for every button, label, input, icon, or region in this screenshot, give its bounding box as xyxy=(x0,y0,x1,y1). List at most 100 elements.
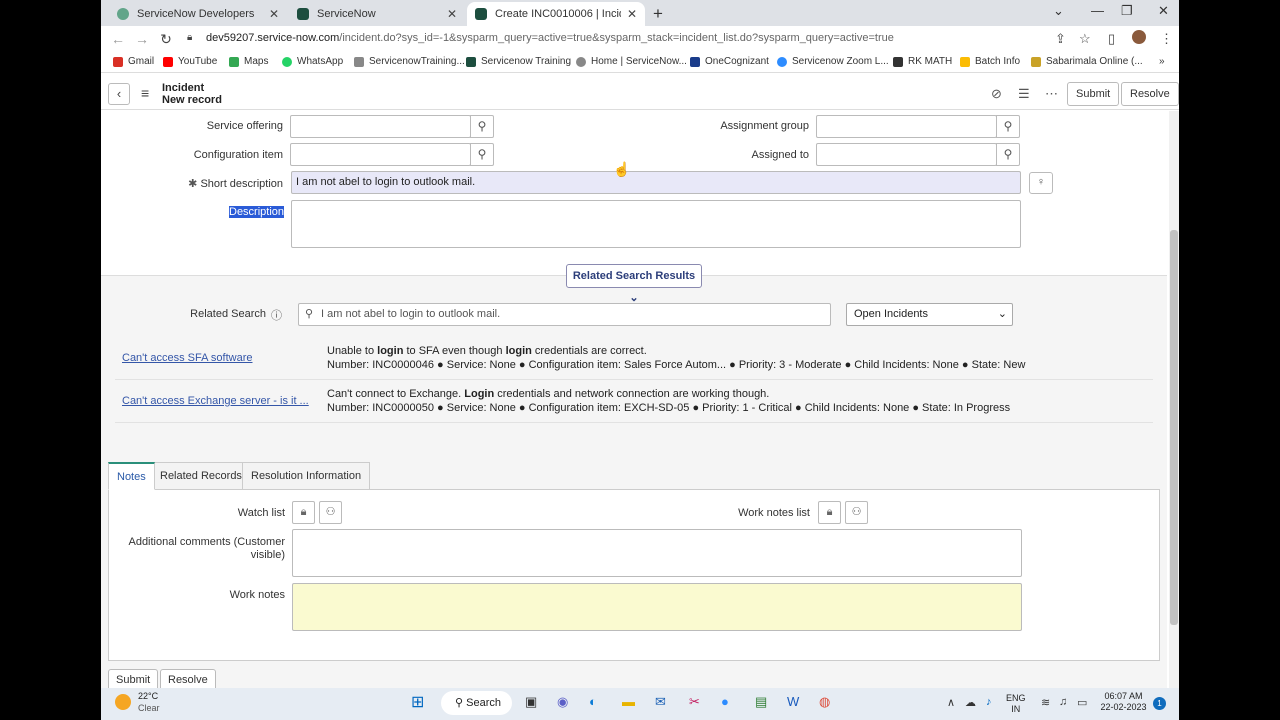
bookmark-item[interactable]: Sabarimala Online (... xyxy=(1031,56,1143,67)
search-icon[interactable]: ⚲ xyxy=(470,143,494,166)
restore-icon[interactable]: ❐ xyxy=(1121,3,1133,19)
microphone-icon[interactable]: ♪ xyxy=(986,696,992,708)
back-icon[interactable]: ← xyxy=(107,31,129,47)
more-bookmarks-icon[interactable]: » xyxy=(1159,56,1165,67)
tab-notes[interactable]: Notes xyxy=(108,462,155,490)
browser-tab[interactable]: ServiceNow Developers ✕ xyxy=(109,2,287,26)
additional-comments-textarea[interactable] xyxy=(292,529,1022,577)
side-panel-icon[interactable]: ▯ xyxy=(1108,31,1115,47)
bookmark-item[interactable]: Gmail xyxy=(113,56,154,67)
search-icon[interactable]: ⚲ xyxy=(996,143,1020,166)
related-search-input[interactable]: ⚲ I am not abel to login to outlook mail. xyxy=(298,303,831,326)
wifi-icon[interactable]: ≋ xyxy=(1041,696,1050,709)
related-result-link[interactable]: Can't access SFA software xyxy=(122,352,253,364)
submit-button[interactable]: Submit xyxy=(108,669,159,688)
divider xyxy=(115,379,1153,380)
bookmark-item[interactable]: YouTube xyxy=(163,56,217,67)
close-tab-icon[interactable]: ✕ xyxy=(627,7,637,21)
show-hidden-icons[interactable]: ∧ xyxy=(947,696,955,709)
back-button[interactable]: ‹ xyxy=(108,83,130,105)
lock-icon[interactable]: 🔒︎ xyxy=(292,501,315,524)
description-textarea[interactable] xyxy=(291,200,1021,248)
related-filter-select[interactable]: Open Incidents ⌄ xyxy=(846,303,1013,326)
language-indicator[interactable]: ENG IN xyxy=(1006,693,1026,715)
short-description-input[interactable]: I am not abel to login to outlook mail. xyxy=(291,171,1021,194)
add-user-icon[interactable]: ⚇ xyxy=(845,501,868,524)
servicenow-home-icon xyxy=(576,56,586,67)
minimize-icon[interactable]: — xyxy=(1091,3,1104,18)
bookmark-item[interactable]: Batch Info xyxy=(960,56,1020,67)
mail-icon[interactable]: ✉ xyxy=(655,694,666,710)
browser-tab-active[interactable]: Create INC0010006 | Incident | S... ✕ xyxy=(467,2,645,26)
new-tab-icon[interactable]: + xyxy=(653,4,663,24)
bookmark-item[interactable]: WhatsApp xyxy=(282,56,343,67)
related-search-results-button[interactable]: Related Search Results ⌄ xyxy=(566,264,702,304)
assigned-to-input[interactable] xyxy=(816,143,997,166)
profile-avatar[interactable] xyxy=(1132,30,1146,44)
notification-badge[interactable]: 1 xyxy=(1153,697,1166,710)
bookmark-item[interactable]: ServicenowTraining... xyxy=(354,56,465,67)
submit-button[interactable]: Submit xyxy=(1067,82,1120,106)
bookmark-star-icon[interactable]: ☆ xyxy=(1079,31,1091,47)
servicenow-favicon-icon xyxy=(475,8,487,20)
onedrive-icon[interactable]: ☁ xyxy=(965,696,976,709)
help-icon[interactable]: ⓘ xyxy=(271,307,282,323)
resolve-button[interactable]: Resolve xyxy=(1121,82,1179,106)
page-title: Incident New record xyxy=(162,82,222,106)
search-icon[interactable]: ⚲ xyxy=(470,115,494,138)
taskbar-search[interactable]: ⚲ Search xyxy=(441,691,512,715)
resolve-button[interactable]: Resolve xyxy=(160,669,216,688)
tab-search-icon[interactable]: ⌄ xyxy=(1053,3,1064,19)
bookmark-item[interactable]: Servicenow Zoom L... xyxy=(777,56,889,67)
search-icon: ⚲ xyxy=(455,697,467,709)
menu-icon[interactable]: ⋮ xyxy=(1160,31,1173,47)
settings-sliders-icon[interactable]: ☰ xyxy=(1018,86,1030,102)
work-notes-textarea[interactable] xyxy=(292,583,1022,631)
lightbulb-icon[interactable]: ♀ xyxy=(1029,172,1053,194)
lock-icon[interactable]: 🔒︎ xyxy=(818,501,841,524)
windows-start-icon[interactable]: ⊞ xyxy=(411,692,424,712)
drive-icon xyxy=(960,56,970,67)
attachment-icon[interactable]: ⊘ xyxy=(991,86,1002,102)
browser-tab[interactable]: ServiceNow ✕ xyxy=(289,2,465,26)
battery-icon[interactable]: ▭ xyxy=(1077,696,1087,709)
volume-icon[interactable]: ♫ xyxy=(1059,696,1067,708)
bookmark-item[interactable]: OneCognizant xyxy=(690,56,769,67)
url-field[interactable]: dev59207.service-now.com/incident.do?sys… xyxy=(206,32,894,44)
mouse-cursor-icon: ☝ xyxy=(613,161,631,177)
chrome-icon[interactable]: ◍ xyxy=(819,694,830,710)
file-explorer-icon[interactable]: ▬ xyxy=(622,694,635,709)
bookmark-item[interactable]: Servicenow Training xyxy=(466,56,571,67)
scrollbar-thumb[interactable] xyxy=(1170,230,1178,625)
assignment-group-input[interactable] xyxy=(816,115,997,138)
more-options-icon[interactable]: ⋯ xyxy=(1045,86,1058,102)
close-tab-icon[interactable]: ✕ xyxy=(447,7,457,21)
reload-icon[interactable]: ↻ xyxy=(155,31,177,48)
notepad-icon[interactable]: ▤ xyxy=(755,694,767,710)
add-user-icon[interactable]: ⚇ xyxy=(319,501,342,524)
snipping-tool-icon[interactable]: ✂ xyxy=(689,694,700,710)
edge-icon[interactable]: ◐ xyxy=(589,694,597,709)
close-tab-icon[interactable]: ✕ xyxy=(269,7,279,21)
close-window-icon[interactable]: ✕ xyxy=(1158,3,1169,19)
tab-related-records[interactable]: Related Records xyxy=(151,462,251,490)
chat-icon[interactable]: ◉ xyxy=(557,694,568,710)
sabarimala-icon xyxy=(1031,56,1041,67)
weather-widget[interactable]: 22°C Clear xyxy=(138,690,160,714)
bookmark-item[interactable]: Maps xyxy=(229,56,268,67)
service-offering-input[interactable] xyxy=(290,115,471,138)
tab-resolution-information[interactable]: Resolution Information xyxy=(242,462,371,490)
related-result-link[interactable]: Can't access Exchange server - is it ... xyxy=(122,395,309,407)
task-view-icon[interactable]: ▣ xyxy=(525,694,537,710)
hamburger-menu-icon[interactable]: ≡ xyxy=(141,85,149,101)
forward-icon[interactable]: → xyxy=(131,31,153,47)
word-icon[interactable]: W xyxy=(787,694,799,709)
clock[interactable]: 06:07 AM 22-02-2023 xyxy=(1096,691,1151,713)
bookmark-item[interactable]: RK MATH xyxy=(893,56,952,67)
configuration-item-input[interactable] xyxy=(290,143,471,166)
zoom-icon[interactable]: ● xyxy=(721,694,729,709)
share-icon[interactable]: ⇪ xyxy=(1055,31,1066,47)
bookmark-item[interactable]: Home | ServiceNow... xyxy=(576,56,687,67)
search-icon[interactable]: ⚲ xyxy=(996,115,1020,138)
gmail-icon xyxy=(113,56,123,67)
